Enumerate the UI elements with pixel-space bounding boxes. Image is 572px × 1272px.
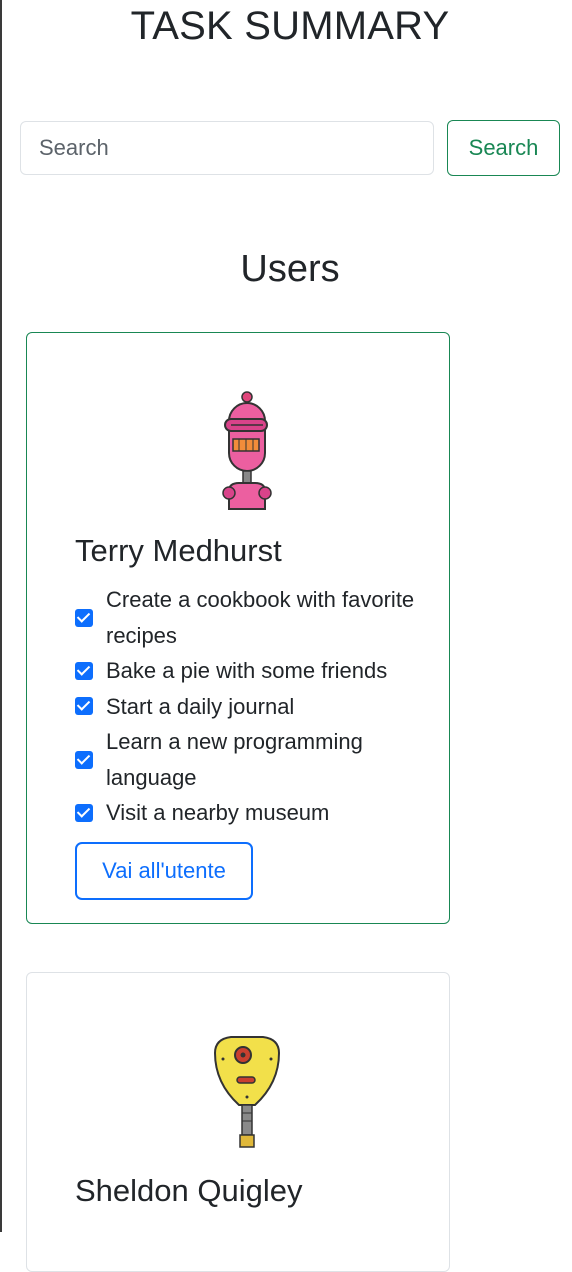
todo-checkbox[interactable] xyxy=(75,608,93,627)
todo-text: Create a cookbook with favorite recipes xyxy=(106,587,415,648)
todo-text: Learn a new programming language xyxy=(106,729,363,790)
page-title: TASK SUMMARY xyxy=(130,4,450,48)
user-card: Terry Medhurst Create a cookbook with fa… xyxy=(26,332,450,924)
pink-robot-avatar xyxy=(222,391,272,510)
yellow-robot-avatar xyxy=(213,1036,281,1148)
todo-item: Visit a nearby museum xyxy=(75,795,435,831)
user-card: Sheldon Quigley xyxy=(26,972,450,1272)
todo-item: Create a cookbook with favorite recipes xyxy=(75,582,435,653)
user-name: Sheldon Quigley xyxy=(75,1173,303,1208)
todo-item: Bake a pie with some friends xyxy=(75,653,435,689)
todo-checkbox[interactable] xyxy=(75,661,93,680)
todo-item: Start a daily journal xyxy=(75,689,435,725)
go-to-user-button[interactable]: Vai all'utente xyxy=(75,842,253,900)
todo-item: Learn a new programming language xyxy=(75,724,435,795)
search-input[interactable] xyxy=(20,121,434,175)
todo-checkbox[interactable] xyxy=(75,803,93,822)
todo-text: Visit a nearby museum xyxy=(106,800,330,825)
search-button[interactable]: Search xyxy=(447,120,560,176)
todo-text: Start a daily journal xyxy=(106,693,295,719)
todo-checkbox[interactable] xyxy=(75,750,93,769)
window-edge xyxy=(0,0,2,1232)
todo-text: Bake a pie with some friends xyxy=(106,658,388,683)
user-name: Terry Medhurst xyxy=(75,533,282,568)
todo-checkbox[interactable] xyxy=(75,697,93,716)
users-heading: Users xyxy=(240,248,340,290)
todo-list: Create a cookbook with favorite recipes … xyxy=(75,582,435,831)
